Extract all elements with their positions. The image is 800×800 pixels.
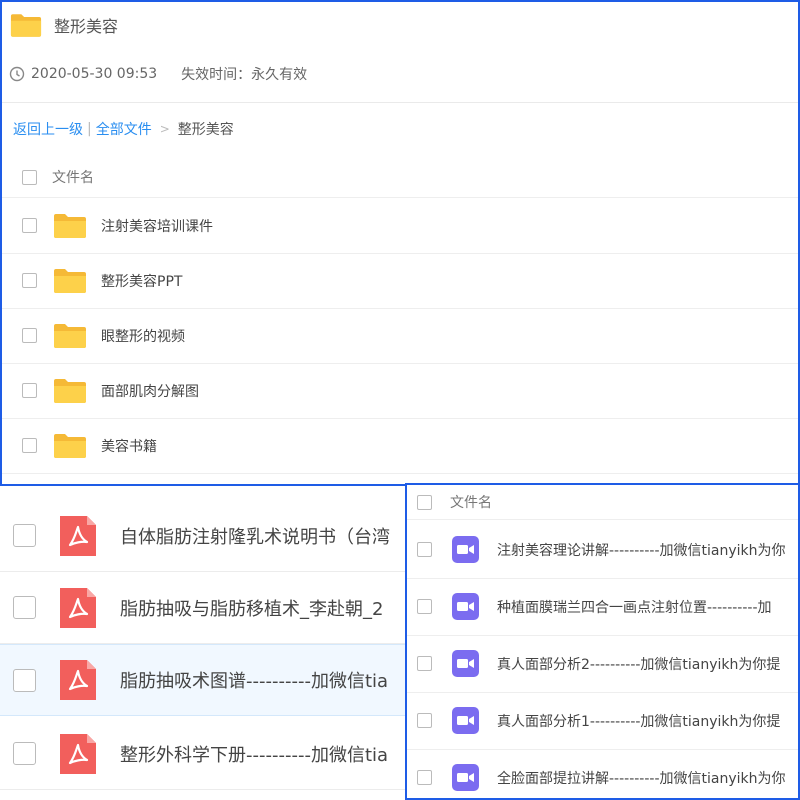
folder-name[interactable]: 整形美容PPT — [101, 271, 182, 291]
file-name[interactable]: 全脸面部提拉讲解----------加微信tianyikh为你 — [497, 768, 786, 788]
video-icon — [452, 650, 479, 677]
row-checkbox[interactable] — [13, 596, 36, 619]
file-name[interactable]: 自体脂肪注射隆乳术说明书（台湾 — [120, 523, 390, 549]
video-file-row[interactable]: 注射美容理论讲解----------加微信tianyikh为你 — [407, 521, 798, 579]
pdf-list-panel: 自体脂肪注射隆乳术说明书（台湾 脂肪抽吸与脂肪移植术_李赴朝_2 脂肪抽吸术图谱… — [0, 486, 405, 800]
folder-icon — [53, 433, 87, 459]
row-checkbox[interactable] — [417, 713, 432, 728]
breadcrumb: 返回上一级 | 全部文件 > 整形美容 — [13, 119, 234, 139]
video-icon — [452, 593, 479, 620]
row-checkbox[interactable] — [417, 656, 432, 671]
file-name[interactable]: 脂肪抽吸与脂肪移植术_李赴朝_2 — [120, 595, 383, 621]
file-name[interactable]: 注射美容理论讲解----------加微信tianyikh为你 — [497, 540, 786, 560]
video-list-panel: 文件名 注射美容理论讲解----------加微信tianyikh为你 种植面膜… — [405, 483, 800, 800]
folder-icon — [53, 268, 87, 294]
select-all-checkbox[interactable] — [417, 494, 432, 510]
share-meta: 2020-05-30 09:53 失效时间：永久有效 — [9, 64, 307, 84]
folder-row[interactable]: 整形美容PPT — [2, 253, 798, 309]
video-icon — [452, 707, 479, 734]
folder-icon — [53, 378, 87, 404]
row-checkbox[interactable] — [22, 328, 37, 343]
name-column-header: 文件名 — [450, 495, 492, 511]
folder-name[interactable]: 眼整形的视频 — [101, 326, 185, 346]
video-icon — [452, 536, 479, 563]
folder-icon — [53, 213, 87, 239]
row-checkbox[interactable] — [13, 742, 36, 765]
row-checkbox[interactable] — [22, 383, 37, 398]
folder-name[interactable]: 注射美容培训课件 — [101, 216, 213, 236]
pdf-icon — [60, 516, 96, 556]
folder-row[interactable]: 眼整形的视频 — [2, 308, 798, 364]
pdf-file-row[interactable]: 脂肪抽吸术图谱----------加微信tia — [0, 644, 405, 716]
back-link[interactable]: 返回上一级 — [13, 119, 83, 139]
folder-header: 整形美容 — [10, 11, 118, 39]
pdf-file-row[interactable]: 脂肪抽吸与脂肪移植术_李赴朝_2 — [0, 572, 405, 644]
folder-name[interactable]: 美容书籍 — [101, 436, 157, 456]
clock-icon — [9, 66, 25, 82]
row-checkbox[interactable] — [417, 599, 432, 614]
folder-icon — [53, 323, 87, 349]
row-checkbox[interactable] — [22, 273, 37, 288]
row-checkbox[interactable] — [417, 542, 432, 557]
folder-title: 整形美容 — [54, 17, 119, 36]
row-checkbox[interactable] — [22, 218, 37, 233]
chevron-right-icon: > — [159, 122, 170, 136]
breadcrumb-current: 整形美容 — [177, 122, 234, 138]
share-timestamp: 2020-05-30 09:53 — [31, 66, 158, 82]
row-checkbox[interactable] — [22, 438, 37, 453]
all-files-link[interactable]: 全部文件 — [96, 119, 152, 139]
video-file-row[interactable]: 真人面部分析2----------加微信tianyikh为你提 — [407, 635, 798, 693]
pdf-icon — [60, 660, 96, 700]
folder-icon — [10, 13, 42, 38]
folder-row[interactable]: 面部肌肉分解图 — [2, 363, 798, 419]
pdf-file-row[interactable]: 整形外科学下册----------加微信tia — [0, 718, 405, 790]
file-name[interactable]: 真人面部分析1----------加微信tianyikh为你提 — [497, 711, 780, 731]
list-header: 文件名 — [407, 485, 798, 520]
expiry-text: 失效时间：永久有效 — [181, 67, 308, 83]
folder-row[interactable]: 注射美容培训课件 — [2, 198, 798, 254]
video-icon — [452, 764, 479, 791]
divider — [2, 102, 798, 103]
pdf-icon — [60, 588, 96, 628]
file-name[interactable]: 脂肪抽吸术图谱----------加微信tia — [120, 667, 388, 693]
folder-name[interactable]: 面部肌肉分解图 — [101, 381, 199, 401]
folder-row[interactable]: 美容书籍 — [2, 418, 798, 474]
video-file-row[interactable]: 种植面膜瑞兰四合一画点注射位置----------加 — [407, 578, 798, 636]
list-header: 文件名 — [2, 157, 798, 198]
pdf-icon — [60, 734, 96, 774]
folder-view-panel: 整形美容 2020-05-30 09:53 失效时间：永久有效 返回上一级 | … — [0, 0, 800, 486]
file-name[interactable]: 种植面膜瑞兰四合一画点注射位置----------加 — [497, 597, 772, 617]
pdf-file-row[interactable]: 自体脂肪注射隆乳术说明书（台湾 — [0, 500, 405, 572]
video-file-row[interactable]: 真人面部分析1----------加微信tianyikh为你提 — [407, 692, 798, 750]
row-checkbox[interactable] — [417, 770, 432, 785]
row-checkbox[interactable] — [13, 668, 36, 692]
file-name[interactable]: 真人面部分析2----------加微信tianyikh为你提 — [497, 654, 780, 674]
file-name[interactable]: 整形外科学下册----------加微信tia — [120, 741, 388, 767]
row-checkbox[interactable] — [13, 524, 36, 547]
select-all-checkbox[interactable] — [22, 169, 37, 185]
name-column-header: 文件名 — [52, 170, 94, 186]
video-file-row[interactable]: 全脸面部提拉讲解----------加微信tianyikh为你 — [407, 749, 798, 800]
